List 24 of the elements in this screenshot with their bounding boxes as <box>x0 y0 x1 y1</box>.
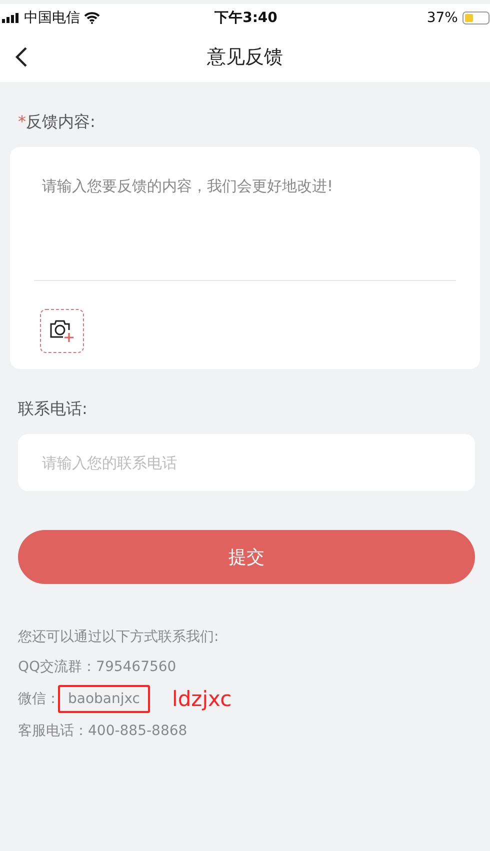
phone-field[interactable]: 请输入您的联系电话 <box>18 434 475 491</box>
carrier-name: 中国电信 <box>24 9 80 27</box>
contact-label: 微信： <box>18 690 60 708</box>
contact-label: QQ交流群： <box>18 658 96 676</box>
feedback-field[interactable]: 请输入您要反馈的内容，我们会更好地改进! <box>10 147 480 285</box>
contact-intro: 您还可以通过以下方式联系我们: <box>18 628 220 646</box>
page-title: 意见反馈 <box>207 45 283 70</box>
wifi-icon <box>84 12 100 24</box>
battery-percent: 37% <box>426 10 458 26</box>
required-mark: * <box>18 112 26 131</box>
back-icon <box>14 46 28 68</box>
clock-time: 下午3:40 <box>214 9 278 27</box>
contact-value: 795467560 <box>96 658 178 677</box>
battery-icon <box>462 11 490 25</box>
feedback-label: 反馈内容: <box>26 112 96 131</box>
camera-plus-icon <box>49 318 75 344</box>
add-photo-button[interactable] <box>40 309 84 353</box>
contact-value: 400-885-8868 <box>88 722 188 741</box>
contact-label: 客服电话： <box>18 722 88 740</box>
annotation-note: ldzjxc <box>172 687 232 711</box>
phone-label: 联系电话: <box>18 399 88 418</box>
highlighted-contact-value: baobanjxc <box>58 685 150 713</box>
submit-button[interactable]: 提交 <box>18 530 475 584</box>
signal-icon <box>2 13 20 23</box>
